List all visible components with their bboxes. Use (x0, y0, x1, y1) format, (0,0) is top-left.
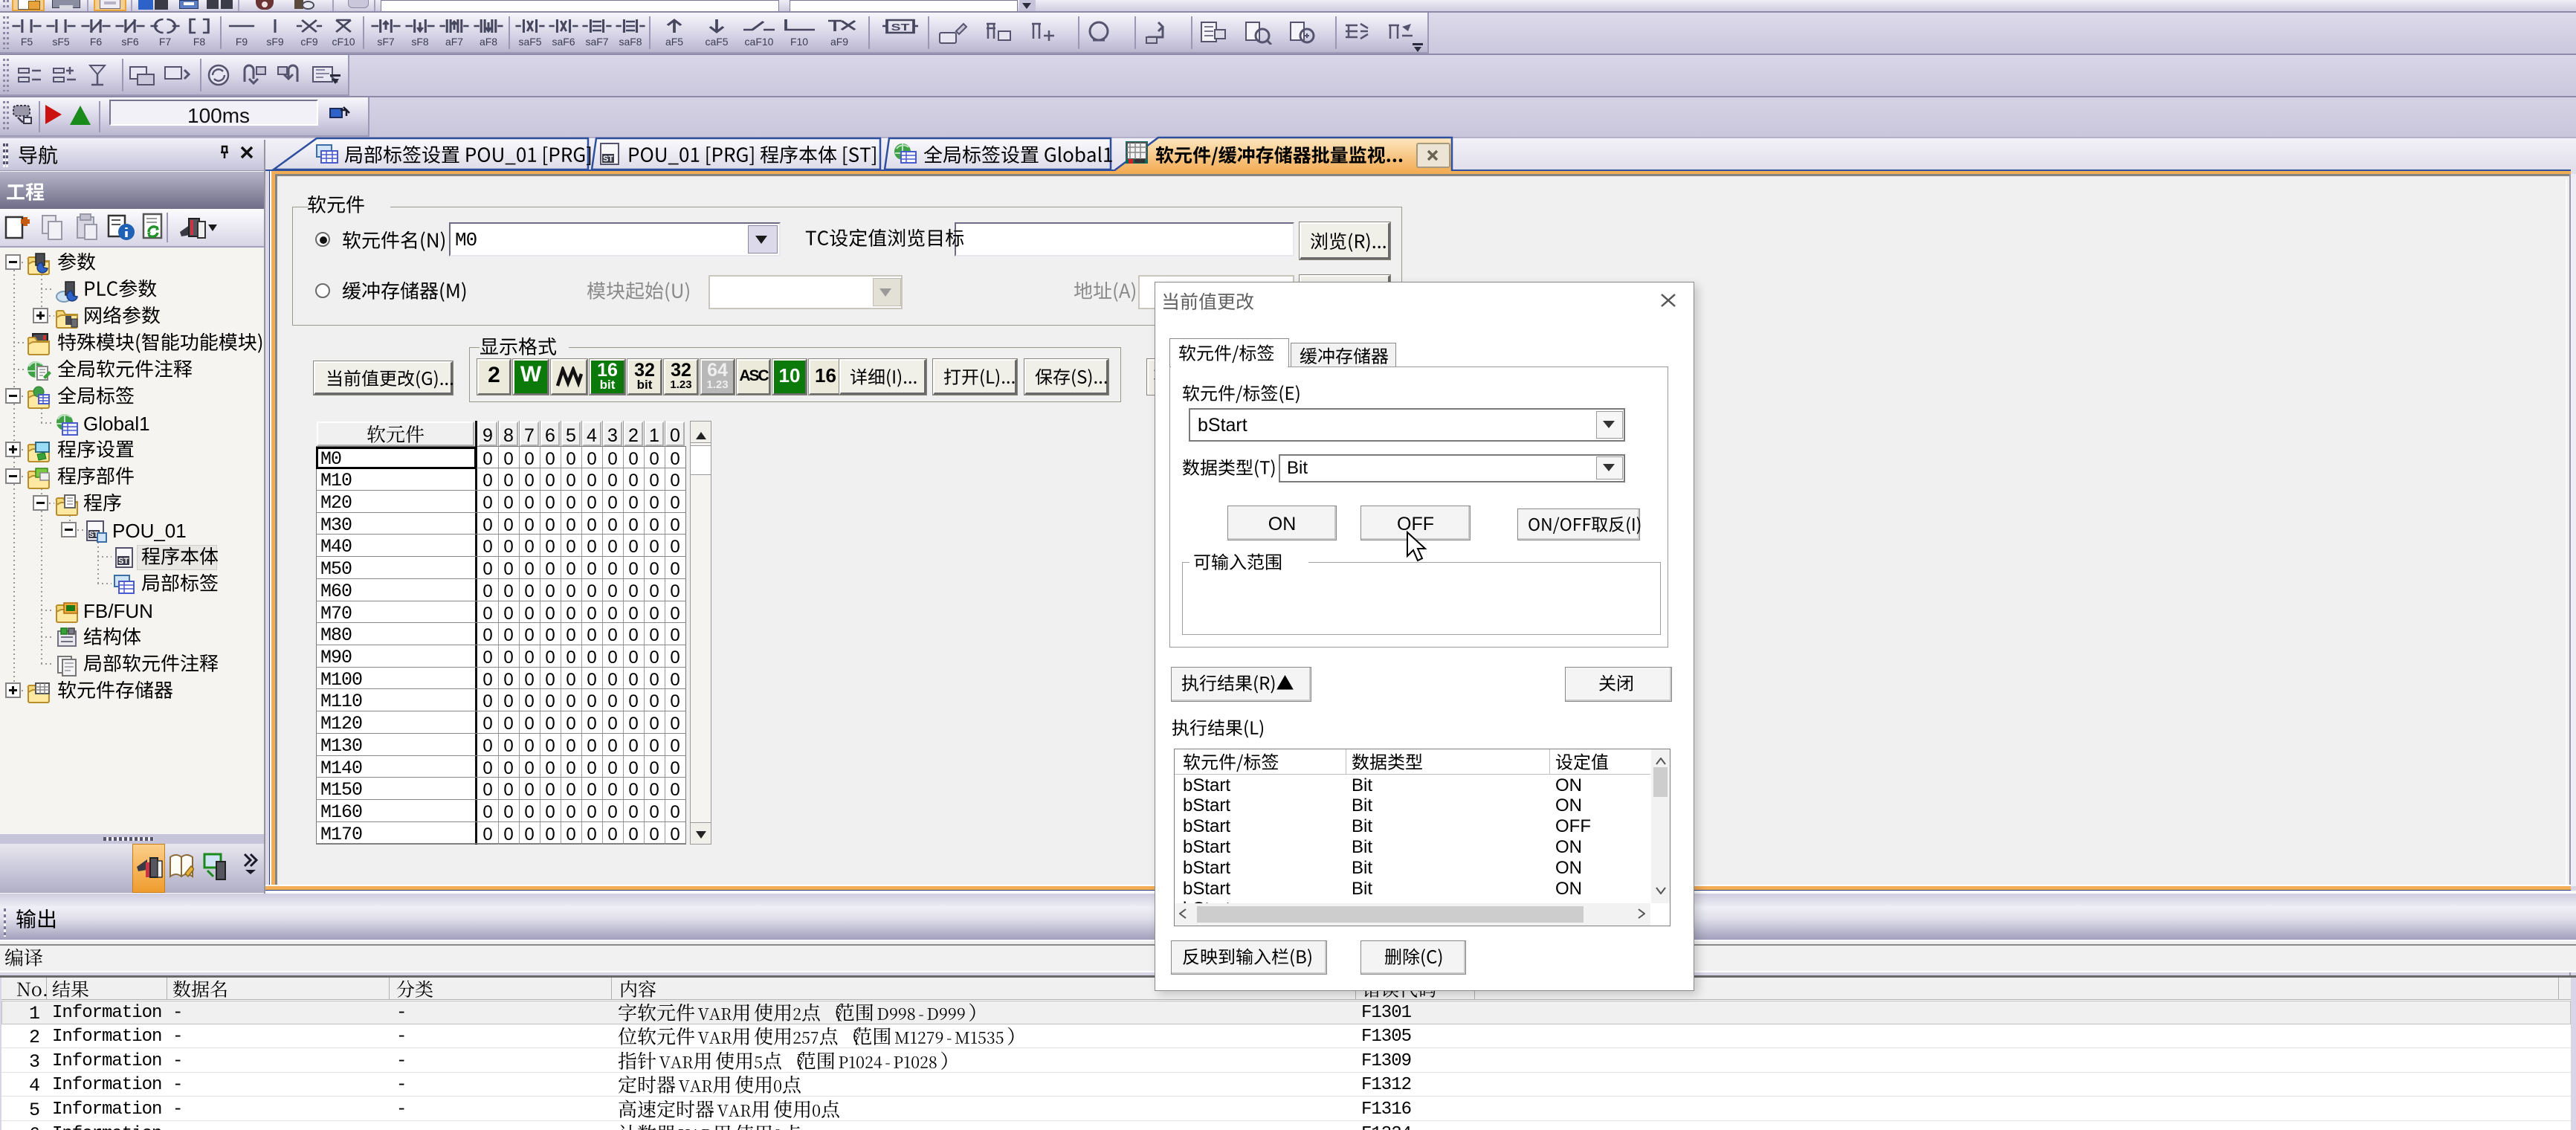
svg-text:ST: ST (603, 155, 613, 164)
svg-text:ST: ST (891, 22, 910, 33)
svg-text:ST: ST (118, 557, 129, 566)
